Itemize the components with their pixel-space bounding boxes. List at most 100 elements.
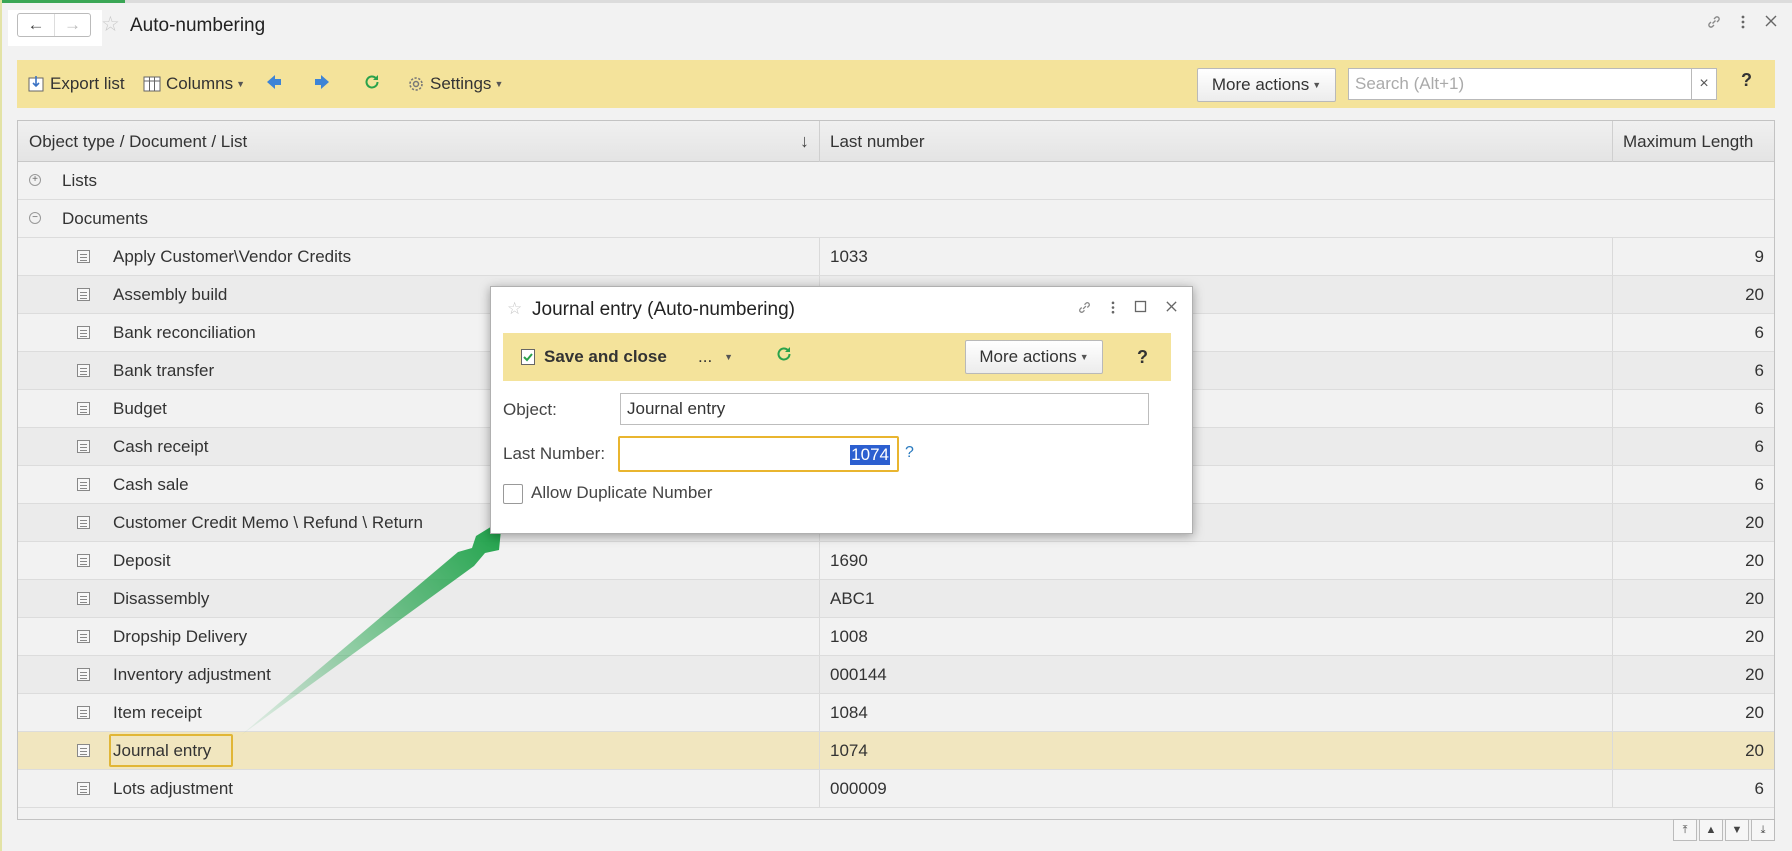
next-button[interactable] [313,60,331,108]
link-icon[interactable] [1706,14,1722,35]
table-row[interactable]: Apply Customer\Vendor Credits 1033 9 [18,238,1774,276]
column-header-object[interactable]: Object type / Document / List [18,121,247,162]
help-button[interactable]: ? [1741,70,1752,91]
column-divider [819,656,820,693]
row-max-length: 20 [1745,626,1764,646]
clear-icon: × [1699,75,1709,92]
dialog-toolbar: Save and close ... ▼ More actions ▼ ? [503,333,1171,381]
search-input[interactable]: Search (Alt+1) [1348,68,1692,100]
document-icon [77,668,90,681]
link-icon[interactable] [1077,300,1092,319]
main-toolbar: Export list Columns ▼ Settings ▼ More acti… [17,60,1775,108]
table-row[interactable]: Journal entry 1074 20 [18,732,1774,770]
collapse-icon[interactable]: − [29,212,41,224]
document-icon [77,744,90,757]
scroll-top-button[interactable]: ⤒ [1673,819,1697,841]
more-actions-label: More actions [979,347,1077,366]
group-row-documents[interactable]: − Documents [18,200,1774,238]
last-number-field[interactable]: 1074 [618,436,899,472]
row-last-number: 1033 [830,246,868,266]
more-commands-button[interactable]: ... ▼ [698,333,733,381]
row-object-name: Item receipt [113,702,202,722]
row-object-name: Deposit [113,550,171,570]
maximize-icon[interactable] [1134,300,1147,319]
row-max-length: 20 [1745,284,1764,304]
object-field[interactable]: Journal entry [620,393,1149,425]
row-object-name: Dropship Delivery [113,626,248,646]
last-number-hint-icon[interactable]: ? [905,444,914,462]
sort-down-icon[interactable]: ↓ [800,131,809,152]
row-max-length: 9 [1754,246,1764,266]
row-object-name: Budget [113,398,167,418]
object-label: Object: [503,400,557,419]
columns-button[interactable]: Columns ▼ [143,60,245,108]
column-divider [819,542,820,579]
more-vertical-icon[interactable] [1740,14,1746,35]
back-button[interactable]: ← [18,14,54,36]
document-icon [77,326,90,339]
row-object-name: Customer Credit Memo \ Refund \ Return [113,512,423,532]
table-row[interactable]: Inventory adjustment 000144 20 [18,656,1774,694]
columns-label: Columns [166,74,234,93]
table-row[interactable]: Item receipt 1084 20 [18,694,1774,732]
table-row[interactable]: Dropship Delivery 1008 20 [18,618,1774,656]
row-object-name: Inventory adjustment [113,664,271,684]
help-button[interactable]: ? [1137,347,1148,368]
clear-search-button[interactable]: × [1691,68,1717,100]
allow-duplicate-label[interactable]: Allow Duplicate Number [531,483,712,503]
column-header-last-number[interactable]: Last number [819,121,925,162]
favorite-star-icon[interactable]: ☆ [101,14,120,35]
close-icon[interactable] [1165,300,1178,319]
column-header-max-length[interactable]: Maximum Length [1612,121,1753,162]
column-divider [1612,352,1613,389]
column-divider [1612,504,1613,541]
table-row[interactable]: Disassembly ABC1 20 [18,580,1774,618]
column-divider [1612,466,1613,503]
chevron-down-icon: ▼ [236,79,246,89]
row-object-name: Cash receipt [113,436,209,456]
refresh-button[interactable] [363,60,381,108]
column-divider [1612,314,1613,351]
scroll-bottom-button[interactable]: ⤓ [1751,819,1775,841]
close-icon[interactable] [1764,14,1778,35]
expand-icon[interactable]: + [29,174,41,186]
chevron-down-icon: ▼ [724,352,734,362]
row-max-length: 20 [1745,702,1764,722]
row-last-number: 000009 [830,778,887,798]
column-divider [1612,656,1613,693]
left-accent-line [0,0,2,851]
settings-button[interactable]: Settings ▼ [407,60,503,108]
previous-button[interactable] [265,60,283,108]
row-max-length: 6 [1754,398,1764,418]
column-divider [1612,770,1613,807]
column-divider [819,694,820,731]
row-last-number: 1084 [830,702,868,722]
column-divider [1612,580,1613,617]
arrow-left-icon [265,73,283,96]
document-icon [77,402,90,415]
save-and-close-button[interactable]: Save and close [520,333,667,381]
document-icon [77,782,90,795]
more-actions-button[interactable]: More actions ▼ [965,340,1103,374]
more-actions-button[interactable]: More actions ▼ [1197,68,1336,102]
group-row-lists[interactable]: + Lists [18,162,1774,200]
scroll-up-icon: ▲ [1705,824,1717,836]
scroll-down-button[interactable]: ▼ [1725,819,1749,841]
row-max-length: 6 [1754,778,1764,798]
top-accent-line [0,0,1792,3]
forward-arrow-icon: → [64,15,81,34]
favorite-star-icon[interactable]: ☆ [507,299,522,319]
navigation-box: ← → [8,10,102,46]
allow-duplicate-checkbox[interactable] [503,484,523,504]
row-object-name: Assembly build [113,284,228,304]
refresh-button[interactable] [775,345,793,368]
scroll-down-icon: ▼ [1731,824,1743,836]
export-list-button[interactable]: Export list [27,60,125,108]
table-row[interactable]: Deposit 1690 20 [18,542,1774,580]
more-vertical-icon[interactable] [1110,300,1116,319]
row-last-number: ABC1 [830,588,875,608]
scroll-up-button[interactable]: ▲ [1699,819,1723,841]
table-row[interactable]: Lots adjustment 000009 6 [18,770,1774,808]
dialog-window-controls [1077,300,1178,319]
forward-button[interactable]: → [54,14,90,36]
